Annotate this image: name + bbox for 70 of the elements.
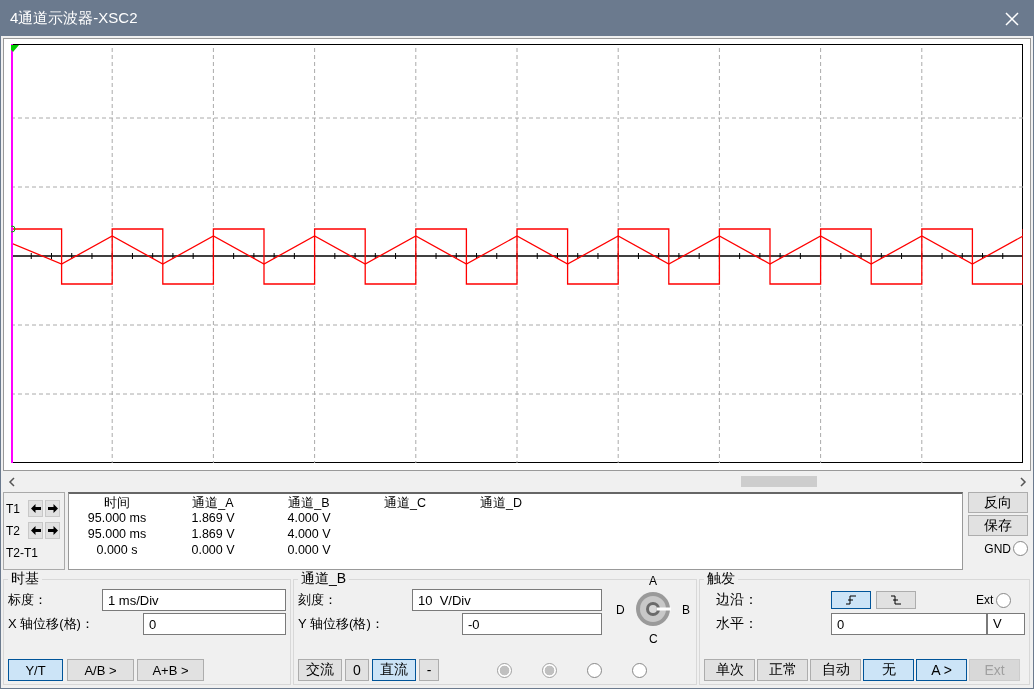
table-cell-text: 0.000 V bbox=[190, 543, 236, 559]
channel-label: A bbox=[649, 574, 657, 588]
channel-label: B bbox=[682, 603, 690, 617]
radio-button[interactable] bbox=[542, 662, 558, 678]
offset-field[interactable]: 0 bbox=[143, 613, 286, 635]
edge-button[interactable] bbox=[831, 591, 871, 609]
channel-label: C bbox=[649, 632, 658, 646]
table-cell-text: 95.000 ms bbox=[86, 511, 148, 527]
table-cell-text: 4.000 V bbox=[286, 527, 332, 543]
level-field[interactable]: 0 bbox=[831, 613, 987, 635]
coupling-button[interactable]: 直流 bbox=[371, 659, 416, 681]
offset-label: X 轴位移(格)： bbox=[8, 615, 95, 633]
mode-button[interactable]: Y/T bbox=[8, 659, 63, 681]
channel-label: D bbox=[616, 603, 625, 617]
scale-label: 标度： bbox=[8, 591, 48, 609]
group-title: 时基 bbox=[10, 570, 40, 588]
scrollbar-thumb[interactable] bbox=[741, 476, 817, 487]
offset-field[interactable]: -0 bbox=[462, 613, 602, 635]
group-title: 通道_B bbox=[300, 570, 348, 588]
coupling-button[interactable]: 0 bbox=[345, 659, 369, 681]
side-button[interactable]: 反向 bbox=[968, 492, 1028, 513]
rising-edge-icon bbox=[845, 595, 857, 605]
column-header: 时间 bbox=[103, 495, 131, 511]
falling-edge-icon bbox=[890, 595, 902, 605]
table-cell-text: 4.000 V bbox=[286, 511, 332, 527]
ext-label: Ext bbox=[976, 593, 994, 607]
edge-button[interactable] bbox=[876, 591, 916, 609]
trigger-mode-button[interactable]: 正常 bbox=[757, 659, 808, 681]
cursor-left-button[interactable] bbox=[28, 500, 43, 517]
cursor-label: T2 bbox=[6, 523, 21, 538]
table-cell-text: 0.000 s bbox=[95, 543, 139, 559]
trigger-mode-button[interactable]: 单次 bbox=[704, 659, 755, 681]
column-header: 通道_D bbox=[479, 495, 523, 511]
ext-radio[interactable] bbox=[996, 592, 1012, 608]
group-title: 触发 bbox=[706, 570, 736, 588]
column-header: 通道_A bbox=[191, 495, 235, 511]
cursor-right-button[interactable] bbox=[45, 522, 60, 539]
scale-label: 刻度： bbox=[298, 591, 338, 609]
mode-button[interactable]: A+B > bbox=[137, 659, 204, 681]
scale-field[interactable]: 1 ms/Div bbox=[102, 589, 286, 611]
coupling-button[interactable]: 交流 bbox=[298, 659, 342, 681]
edge-label: 边沿： bbox=[715, 591, 759, 609]
cursor-right-button[interactable] bbox=[45, 500, 60, 517]
level-label: 水平： bbox=[715, 615, 759, 633]
mode-button[interactable]: A/B > bbox=[67, 659, 134, 681]
table-cell-text: 1.869 V bbox=[190, 511, 236, 527]
offset-label: Y 轴位移(格)： bbox=[298, 615, 385, 633]
gnd-label: GND bbox=[984, 541, 1011, 556]
scale-field[interactable]: 10 V/Div bbox=[412, 589, 602, 611]
cursor-label: T1 bbox=[6, 501, 21, 516]
cursor-left-button[interactable] bbox=[28, 522, 43, 539]
table-cell-text: 1.869 V bbox=[190, 527, 236, 543]
channel-knob[interactable] bbox=[635, 591, 671, 627]
radio-button[interactable] bbox=[587, 662, 603, 678]
trigger-mode-button[interactable]: 自动 bbox=[810, 659, 861, 681]
window-title: 4通道示波器-XSC2 bbox=[10, 9, 138, 28]
column-header: 通道_C bbox=[383, 495, 427, 511]
close-icon[interactable] bbox=[1005, 11, 1019, 26]
radio-button[interactable] bbox=[497, 662, 513, 678]
trigger-mode-button[interactable]: A > bbox=[916, 659, 967, 681]
table-cell-text: 0.000 V bbox=[286, 543, 332, 559]
radio-button[interactable] bbox=[632, 662, 648, 678]
trigger-mode-button[interactable]: 无 bbox=[863, 659, 914, 681]
column-header: 通道_B bbox=[287, 495, 331, 511]
gnd-radio[interactable] bbox=[1013, 541, 1028, 556]
side-button[interactable]: 保存 bbox=[968, 515, 1028, 536]
table-cell-text: 95.000 ms bbox=[86, 527, 148, 543]
coupling-button[interactable]: - bbox=[418, 659, 440, 681]
unit-field[interactable]: V bbox=[987, 613, 1025, 635]
cursor-label: T2-T1 bbox=[6, 545, 38, 560]
